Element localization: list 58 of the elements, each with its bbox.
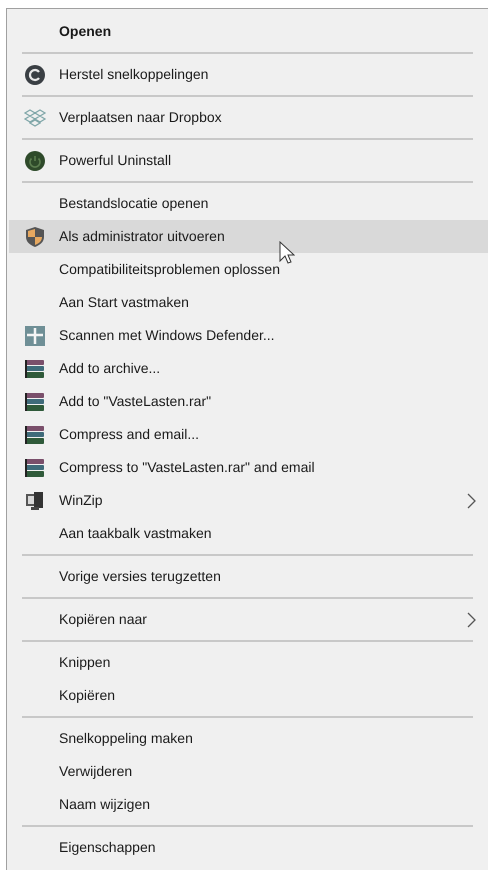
books-stack-icon (24, 358, 46, 380)
menu-item-label: Compress and email... (59, 425, 200, 444)
power-icon (24, 150, 46, 172)
menu-item[interactable]: Eigenschappen (9, 831, 488, 864)
menu-item[interactable]: Vorige versies terugzetten (9, 560, 488, 593)
menu-item[interactable]: Compatibiliteitsproblemen oplossen (9, 253, 488, 286)
menu-item[interactable]: Herstel snelkoppelingen (9, 58, 488, 91)
menu-item[interactable]: Aan taakbalk vastmaken (9, 517, 488, 550)
menu-item-label: Knippen (59, 653, 110, 672)
menu-item-label: Scannen met Windows Defender... (59, 326, 275, 345)
menu-item-label: Aan taakbalk vastmaken (59, 524, 212, 543)
menu-item[interactable]: Scannen met Windows Defender... (9, 319, 488, 352)
menu-item-label: Compatibiliteitsproblemen oplossen (59, 260, 280, 279)
menu-item-label: Als administrator uitvoeren (59, 227, 225, 246)
menu-item[interactable]: Compress and email... (9, 418, 488, 451)
menu-item[interactable]: Powerful Uninstall (9, 144, 488, 177)
menu-item-label: Kopiëren (59, 686, 116, 705)
winzip-icon (24, 490, 46, 512)
menu-item[interactable]: Als administrator uitvoeren (9, 220, 488, 253)
chevron-right-icon (466, 492, 476, 508)
mouse-cursor-icon (279, 241, 295, 265)
menu-item[interactable]: Add to "VasteLasten.rar" (9, 385, 488, 418)
shield-icon (24, 226, 46, 248)
menu-item-label: WinZip (59, 491, 103, 510)
menu-item-label: Vorige versies terugzetten (59, 567, 221, 586)
menu-item-label: Kopiëren naar (59, 610, 147, 629)
menu-item[interactable]: Verplaatsen naar Dropbox (9, 101, 488, 134)
menu-item[interactable]: Kopiëren naar (9, 603, 488, 636)
books-stack-icon (24, 424, 46, 446)
books-stack-icon (24, 390, 46, 412)
menu-item-label: Openen (59, 22, 112, 41)
menu-item-label: Powerful Uninstall (59, 151, 172, 170)
menu-item[interactable]: Verwijderen (9, 755, 488, 788)
menu-item[interactable]: Naam wijzigen (9, 788, 488, 821)
books-stack-icon (24, 456, 46, 478)
menu-item-label: Naam wijzigen (59, 795, 150, 814)
menu-item[interactable]: Aan Start vastmaken (9, 286, 488, 319)
menu-item[interactable]: Snelkoppeling maken (9, 722, 488, 755)
defender-icon (24, 324, 46, 346)
menu-item[interactable]: Knippen (9, 646, 488, 679)
menu-item-label: Bestandslocatie openen (59, 194, 208, 213)
menu-item-label: Verplaatsen naar Dropbox (59, 108, 222, 127)
menu-item-label: Herstel snelkoppelingen (59, 65, 208, 84)
menu-item-label: Add to archive... (59, 359, 160, 378)
menu-item[interactable]: Kopiëren (9, 679, 488, 712)
menu-item-label: Compress to "VasteLasten.rar" and email (59, 458, 315, 477)
menu-item-label: Aan Start vastmaken (59, 293, 189, 312)
menu-item[interactable]: WinZip (9, 484, 488, 517)
menu-item-label: Verwijderen (59, 762, 132, 781)
menu-item[interactable]: Openen (9, 15, 488, 48)
dropbox-icon (24, 106, 46, 128)
menu-item[interactable]: Compress to "VasteLasten.rar" and email (9, 451, 488, 484)
menu-item[interactable]: Add to archive... (9, 352, 488, 385)
menu-item[interactable]: Bestandslocatie openen (9, 187, 488, 220)
menu-item-label: Add to "VasteLasten.rar" (59, 392, 212, 411)
chevron-right-icon (466, 612, 476, 628)
menu-item-label: Eigenschappen (59, 838, 156, 857)
menu-item-label: Snelkoppeling maken (59, 729, 193, 748)
